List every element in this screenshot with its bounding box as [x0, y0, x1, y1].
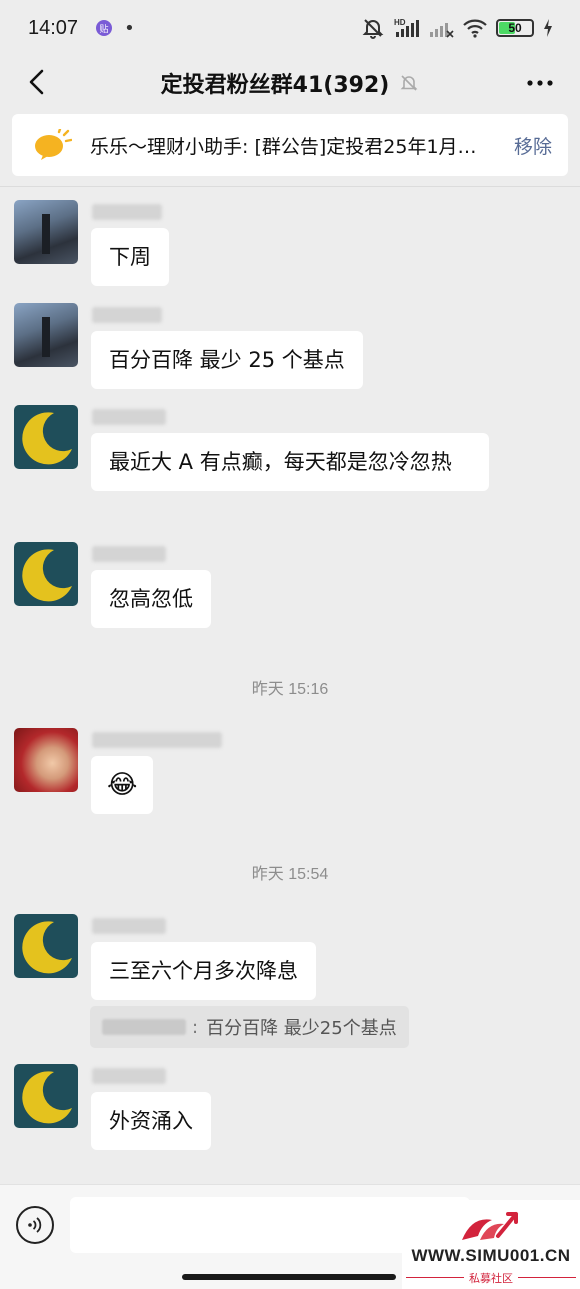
message-bubble[interactable]: 下周 — [91, 228, 169, 286]
announcement-speaker-icon — [35, 129, 72, 160]
quoted-message[interactable]: : 百分百降 最少25个基点 — [90, 1006, 409, 1048]
message-bubble[interactable]: 外资涌入 — [91, 1092, 211, 1150]
timestamp: 昨天 15:54 — [251, 866, 329, 883]
back-arrow-icon[interactable] — [18, 64, 54, 100]
home-indicator[interactable] — [182, 1274, 396, 1280]
sender-name-blurred — [92, 732, 222, 748]
watermark-logo-icon — [462, 1212, 518, 1240]
sender-name-blurred — [92, 546, 166, 562]
announcement-text: 乐乐～理财小助手: [群公告]定投君25年1月… — [90, 135, 477, 158]
moon-avatar-icon — [22, 921, 72, 974]
avatar[interactable] — [14, 542, 78, 606]
title-wrap: 定投君粉丝群41(392) — [0, 56, 580, 110]
avatar[interactable] — [14, 405, 78, 469]
message-bubble[interactable]: 百分百降 最少 25 个基点 — [91, 331, 363, 389]
svg-text:HD: HD — [394, 18, 406, 27]
message-bubble[interactable]: 忽高忽低 — [91, 570, 211, 628]
avatar[interactable] — [14, 200, 78, 264]
watermark: WWW.SIMU001.CN 私募社区 — [402, 1200, 580, 1289]
chat-header: 定投君粉丝群41(392) — [0, 56, 580, 110]
sender-name-blurred — [92, 409, 166, 425]
watermark-subtitle: 私募社区 — [469, 1272, 513, 1285]
status-icons: HD 50 — [362, 17, 554, 39]
battery-percent: 50 — [508, 21, 522, 35]
signal-icon — [430, 23, 454, 38]
message-bubble[interactable]: 三至六个月多次降息 — [91, 942, 316, 1000]
status-time: 14:07 — [28, 16, 79, 39]
sender-name-blurred — [92, 918, 166, 934]
quoted-text: 百分百降 最少25个基点 — [206, 1018, 397, 1039]
avatar[interactable] — [14, 1064, 78, 1128]
moon-avatar-icon — [22, 412, 72, 465]
avatar[interactable] — [14, 914, 78, 978]
status-dot: • — [124, 17, 135, 39]
voice-input-icon[interactable] — [16, 1206, 54, 1244]
moon-avatar-icon — [22, 1071, 72, 1124]
moon-avatar-icon — [22, 549, 72, 602]
chat-title: 定投君粉丝群41(392) — [160, 73, 390, 98]
signal-hd-icon: HD — [394, 18, 419, 37]
message-bubble[interactable]: 😂 — [91, 756, 154, 814]
quoted-sender-blurred — [102, 1019, 186, 1035]
status-bar: 14:07 贴 • HD 50 — [0, 0, 580, 56]
battery-icon: 50 — [496, 19, 534, 37]
avatar[interactable] — [14, 728, 78, 792]
announcement-remove-button[interactable]: 移除 — [514, 132, 552, 159]
timestamp: 昨天 15:16 — [251, 681, 329, 698]
muted-bell-icon — [400, 75, 418, 91]
quote-separator: : — [192, 1016, 199, 1038]
header-divider — [0, 186, 580, 187]
charging-icon — [544, 19, 552, 37]
sender-name-blurred — [92, 204, 162, 220]
avatar[interactable] — [14, 303, 78, 367]
sender-name-blurred — [92, 307, 162, 323]
watermark-line-right — [518, 1277, 576, 1278]
announcement-bar[interactable]: 乐乐～理财小助手: [群公告]定投君25年1月… 移除 — [12, 114, 568, 176]
message-bubble[interactable]: 最近大 A 有点癫，每天都是忽冷忽热 — [91, 433, 489, 491]
wifi-icon — [463, 19, 487, 38]
watermark-url: WWW.SIMU001.CN — [411, 1246, 571, 1265]
more-options-icon[interactable] — [522, 66, 558, 100]
mute-bell-icon — [362, 19, 384, 39]
sender-name-blurred — [92, 1068, 166, 1084]
app-notification-icon: 贴 — [96, 20, 113, 36]
